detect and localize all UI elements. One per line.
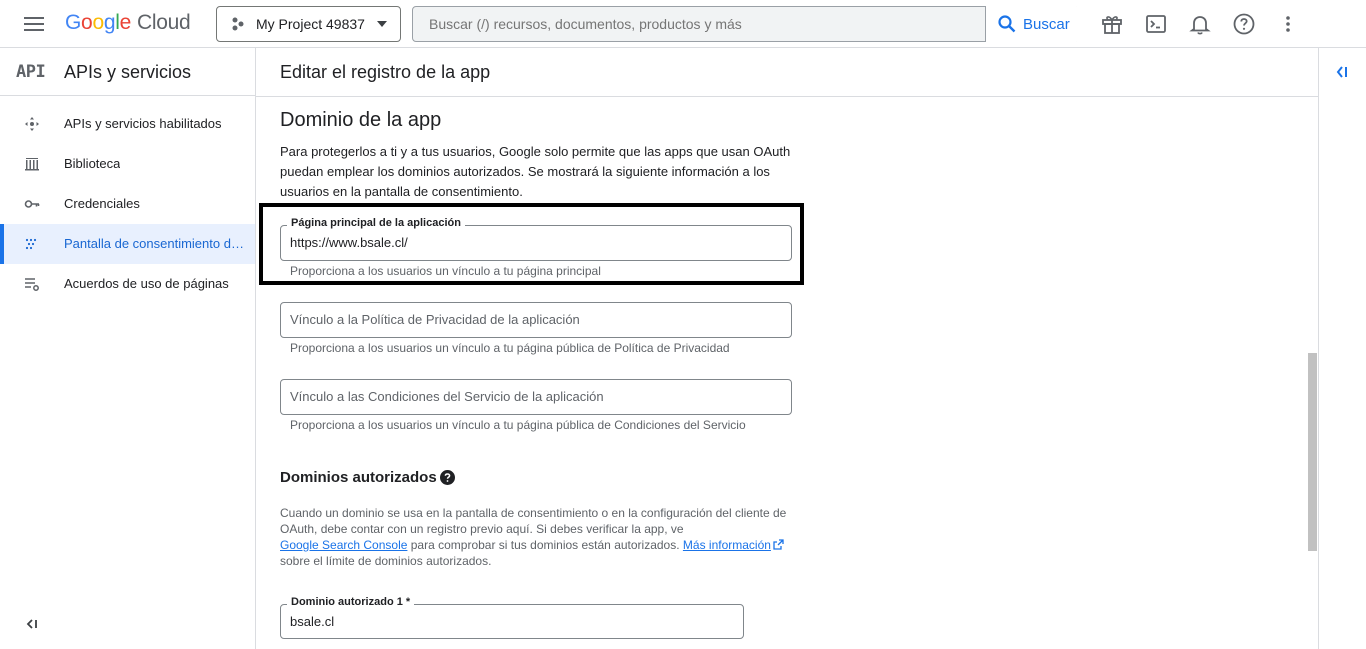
homepage-field-label: Página principal de la aplicación	[287, 217, 465, 229]
authorized-domain-1-value: bsale.cl	[290, 614, 335, 629]
chevron-down-icon	[376, 21, 387, 27]
terms-of-service-placeholder: Vínculo a las Condiciones del Servicio d…	[290, 389, 604, 404]
privacy-policy-field[interactable]: Vínculo a la Política de Privacidad de l…	[280, 302, 792, 338]
page-header: Editar el registro de la app	[256, 48, 1318, 97]
help-icon[interactable]	[1232, 12, 1256, 36]
key-icon	[24, 200, 40, 208]
terminal-icon[interactable]	[1144, 12, 1168, 36]
search-input[interactable]	[429, 16, 979, 32]
privacy-policy-placeholder: Vínculo a la Política de Privacidad de l…	[290, 312, 580, 327]
section-title: Dominio de la app	[280, 109, 442, 131]
sidebar-item-oauth-consent[interactable]: Pantalla de consentimiento de OAuth	[0, 224, 255, 264]
apis-icon	[25, 117, 39, 131]
sidebar-item-credentials[interactable]: Credenciales	[0, 184, 255, 224]
sidebar-item-page-agreements[interactable]: Acuerdos de uso de páginas	[0, 264, 255, 304]
right-rail	[1318, 48, 1366, 649]
agreements-icon	[25, 278, 39, 291]
more-vert-icon[interactable]	[1276, 12, 1300, 36]
more-info-link[interactable]: Más información	[683, 538, 771, 552]
bell-icon[interactable]	[1188, 12, 1212, 36]
authorized-domains-description: Cuando un dominio se usa en la pantalla …	[280, 506, 787, 568]
terms-of-service-field[interactable]: Vínculo a las Condiciones del Servicio d…	[280, 379, 792, 415]
left-sidebar: API APIs y servicios APIs y servicios ha…	[0, 48, 256, 649]
scrollbar-thumb[interactable]	[1308, 353, 1317, 551]
google-cloud-logo[interactable]: Google Cloud	[65, 11, 191, 35]
terms-of-service-hint: Proporciona a los usuarios un vínculo a …	[290, 418, 746, 432]
authorized-domains-title: Dominios autorizados	[280, 469, 437, 486]
help-circle-icon[interactable]	[440, 470, 455, 485]
gift-icon[interactable]	[1100, 12, 1124, 36]
privacy-policy-hint: Proporciona a los usuarios un vínculo a …	[290, 341, 730, 355]
project-icon	[232, 17, 244, 31]
expand-panel-icon[interactable]	[1333, 63, 1351, 81]
external-link-icon	[773, 539, 784, 550]
scrollbar[interactable]	[1306, 97, 1318, 649]
page-title: Editar el registro de la app	[280, 62, 491, 82]
search-icon	[998, 15, 1016, 33]
search-console-link[interactable]: Google Search Console	[280, 538, 407, 552]
sidebar-item-library[interactable]: Biblioteca	[0, 144, 255, 184]
search-button[interactable]: Buscar	[985, 6, 1080, 42]
search-box: Buscar	[412, 6, 1080, 42]
homepage-hint: Proporciona a los usuarios un vínculo a …	[290, 264, 601, 278]
collapse-sidebar-icon[interactable]	[24, 616, 40, 632]
section-description: Para protegerlos a ti y a tus usuarios, …	[280, 144, 791, 199]
homepage-field[interactable]: Página principal de la aplicación https:…	[280, 217, 792, 261]
library-icon	[25, 158, 39, 171]
authorized-domain-1-field[interactable]: Dominio autorizado 1 * bsale.cl	[280, 596, 744, 639]
sidebar-title: APIs y servicios	[64, 62, 192, 82]
main-panel: Editar el registro de la app Dominio de …	[256, 48, 1318, 649]
menu-icon[interactable]	[20, 12, 48, 36]
project-selector[interactable]: My Project 49837	[216, 6, 401, 42]
sidebar-item-enabled-apis[interactable]: APIs y servicios habilitados	[0, 104, 255, 144]
consent-icon	[25, 238, 37, 250]
authorized-domain-1-label: Dominio autorizado 1 *	[287, 596, 415, 608]
search-button-label: Buscar	[1023, 15, 1070, 33]
project-name: My Project 49837	[256, 16, 365, 32]
top-bar: Google Cloud My Project 49837 Buscar	[0, 0, 1366, 48]
api-badge-icon: API	[16, 62, 46, 82]
homepage-field-value: https://www.bsale.cl/	[290, 235, 408, 250]
sidebar-header: API APIs y servicios	[0, 48, 255, 96]
